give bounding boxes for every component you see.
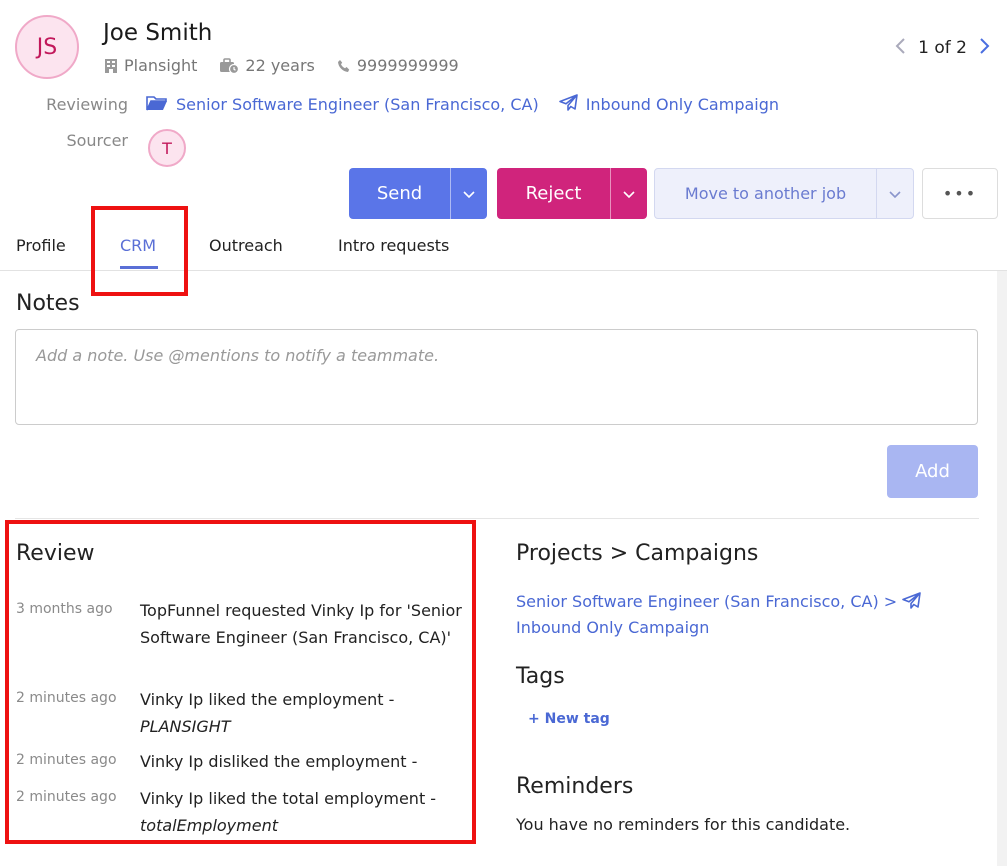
tab-outreach[interactable]: Outreach <box>209 236 283 255</box>
folder-icon <box>146 95 168 115</box>
ellipsis-icon: ••• <box>942 184 978 203</box>
reviewing-campaign-link[interactable]: Inbound Only Campaign <box>558 94 780 115</box>
scrollbar[interactable] <box>997 271 1007 866</box>
move-label: Move to another job <box>684 184 847 203</box>
reviewing-links: Senior Software Engineer (San Francisco,… <box>146 94 779 115</box>
reject-dropdown-toggle[interactable] <box>610 168 647 219</box>
reviewing-campaign-label: Inbound Only Campaign <box>585 95 780 114</box>
chevron-down-icon <box>463 183 475 204</box>
reject-button[interactable]: Reject <box>497 168 647 219</box>
send-button[interactable]: Send <box>349 168 487 219</box>
reviewing-job-link[interactable]: Senior Software Engineer (San Francisco,… <box>146 94 539 115</box>
candidate-pager: 1 of 2 <box>894 36 991 60</box>
send-dropdown-toggle[interactable] <box>450 168 487 219</box>
sourcer-initial: T <box>162 138 172 158</box>
reviewing-label: Reviewing <box>46 95 128 114</box>
tab-intro-requests[interactable]: Intro requests <box>338 236 449 255</box>
paper-plane-icon <box>902 592 922 611</box>
review-highlight-box <box>5 520 476 844</box>
send-label: Send <box>376 183 423 204</box>
reminders-empty-text: You have no reminders for this candidate… <box>516 815 851 834</box>
pager-count: 1 of 2 <box>918 38 967 58</box>
candidate-meta: Plansight 22 years 9999999999 <box>104 56 459 75</box>
sourcer-label: Sourcer <box>66 131 128 150</box>
candidate-avatar: JS <box>15 15 79 79</box>
candidate-name: Joe Smith <box>103 20 213 46</box>
notes-heading: Notes <box>16 291 80 316</box>
chevron-right-icon[interactable] <box>979 36 991 60</box>
crm-tab-highlight-box <box>91 206 188 296</box>
new-tag-button[interactable]: + New tag <box>528 711 610 727</box>
reminders-heading: Reminders <box>516 774 634 799</box>
candidate-initials: JS <box>36 34 58 60</box>
phone-icon <box>337 59 351 73</box>
paper-plane-icon <box>558 94 578 115</box>
reviewing-job-label: Senior Software Engineer (San Francisco,… <box>176 95 539 114</box>
project-job-label[interactable]: Senior Software Engineer (San Francisco,… <box>516 592 897 611</box>
experience-years: 22 years <box>245 56 315 75</box>
chevron-down-icon <box>889 184 901 203</box>
note-input[interactable]: Add a note. Use @mentions to notify a te… <box>15 329 978 425</box>
section-divider <box>15 518 979 519</box>
phone-number[interactable]: 9999999999 <box>357 56 459 75</box>
tags-heading: Tags <box>516 664 565 689</box>
project-campaign-label[interactable]: Inbound Only Campaign <box>516 618 709 637</box>
add-note-button[interactable]: Add <box>887 445 978 498</box>
chevron-left-icon[interactable] <box>894 36 906 60</box>
move-to-job-button[interactable]: Move to another job <box>654 168 914 219</box>
move-dropdown-toggle[interactable] <box>876 169 913 218</box>
company-name: Plansight <box>124 56 198 75</box>
building-icon <box>104 58 118 74</box>
sourcer-avatar[interactable]: T <box>148 129 186 167</box>
briefcase-clock-icon <box>219 57 240 74</box>
reject-label: Reject <box>525 183 582 204</box>
tab-profile[interactable]: Profile <box>16 236 66 255</box>
more-actions-button[interactable]: ••• <box>922 168 998 219</box>
project-campaign-link[interactable]: Senior Software Engineer (San Francisco,… <box>516 589 976 641</box>
projects-heading: Projects > Campaigns <box>516 541 759 566</box>
chevron-down-icon <box>623 183 635 204</box>
